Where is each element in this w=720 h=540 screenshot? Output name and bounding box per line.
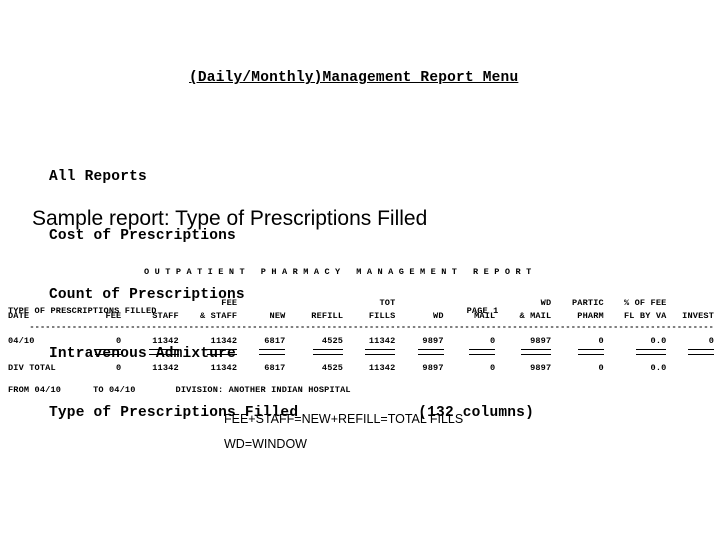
menu-item-all-reports[interactable]: All Reports xyxy=(49,168,720,188)
col-mail: MAIL xyxy=(474,311,496,322)
underline-staff xyxy=(121,348,179,360)
col-top-tot-fills: TOT xyxy=(379,298,396,309)
double-rule xyxy=(469,349,496,355)
cell-wd-mail: 9897 xyxy=(530,336,552,347)
underline-pct-fee xyxy=(604,348,667,360)
report-division: DIVISION: ANOTHER INDIAN HOSPITAL xyxy=(175,385,351,396)
underline-wd-mail xyxy=(495,348,552,360)
col-partic-pharm: PHARM xyxy=(577,311,604,322)
underline-invest xyxy=(666,348,714,360)
report-from-date: FROM 04/10 xyxy=(8,385,62,396)
table-header-bottom-row: DATE FEE STAFF & STAFF NEW REFILL FILLS … xyxy=(8,310,714,323)
table-total-row: DIV TOTAL 0 11342 11342 6817 4525 11342 … xyxy=(8,360,714,375)
underline-new xyxy=(237,348,286,360)
menu-title-row: (Daily/Monthly)Management Report Menu xyxy=(0,69,720,89)
cell-total-wd: 9897 xyxy=(422,363,444,373)
footnote-wd-definition: WD=WINDOW xyxy=(224,437,307,451)
cell-total-label: DIV TOTAL xyxy=(8,363,56,373)
cell-mail: 0 xyxy=(490,336,496,347)
col-tot-fills: FILLS xyxy=(368,311,396,322)
cell-partic-pharm: 0 xyxy=(598,336,604,347)
double-rule xyxy=(417,349,444,355)
col-top-mail xyxy=(444,298,496,310)
col-top-invest xyxy=(666,298,714,310)
table-double-underline-row xyxy=(8,348,714,360)
col-top-new xyxy=(237,298,285,310)
cell-total-invest xyxy=(666,360,714,375)
double-rule xyxy=(577,349,604,355)
double-rule xyxy=(207,349,238,355)
col-top-date xyxy=(8,298,68,310)
col-top-refill xyxy=(285,298,343,310)
cell-tot-fills: 11342 xyxy=(368,336,396,347)
cell-total-fee: 0 xyxy=(116,363,122,373)
report-banner: O U T P A T I E N T P H A R M A C Y M A … xyxy=(144,267,532,278)
col-pct-fee-fl-by-va: FL BY VA xyxy=(623,311,667,322)
cell-fee: 0 xyxy=(116,336,122,347)
col-refill: REFILL xyxy=(311,311,344,322)
double-rule xyxy=(521,349,552,355)
cell-total-wd-mail: 9897 xyxy=(530,363,552,373)
prescriptions-report-table: FEE TOT WD PARTIC % OF FEE DATE FEE STAF… xyxy=(8,298,714,375)
double-rule xyxy=(259,349,286,355)
underline-fee-staff xyxy=(179,348,238,360)
underline-tot-fills xyxy=(343,348,396,360)
col-new: NEW xyxy=(269,311,286,322)
report-range-row: FROM 04/10 TO 04/10 DIVISION: ANOTHER INDI… xyxy=(8,384,720,397)
double-rule xyxy=(365,349,396,355)
underline-fee xyxy=(68,348,122,360)
cell-fee-staff: 11342 xyxy=(210,336,238,347)
col-wd: WD xyxy=(433,311,444,322)
dashed-rule: ----------------------------------------… xyxy=(29,323,714,332)
cell-pct-fee-fl-by-va: 0.0 xyxy=(650,336,667,347)
underline-mail xyxy=(444,348,496,360)
cell-wd: 9897 xyxy=(422,336,444,347)
col-top-wd xyxy=(395,298,443,310)
col-top-pct-of-fee: % OF FEE xyxy=(623,298,667,309)
underline-refill xyxy=(285,348,344,360)
cell-refill: 4525 xyxy=(321,336,344,347)
double-rule xyxy=(636,349,667,355)
report-banner-row: O U T P A T I E N T P H A R M A C Y M A … xyxy=(8,266,720,279)
double-rule xyxy=(688,349,714,355)
col-fee-staff: & STAFF xyxy=(200,311,238,322)
report-to-date: TO 04/10 xyxy=(93,385,136,396)
col-top-partic-pharm: PARTIC xyxy=(571,298,604,309)
table-dashed-separator: ----------------------------------------… xyxy=(8,323,714,332)
col-staff: STAFF xyxy=(152,311,179,322)
cell-date: 04/10 xyxy=(8,336,35,347)
cell-invest: 0 xyxy=(708,336,714,347)
cell-staff: 11342 xyxy=(152,336,179,347)
table-dashed-separator-row: ----------------------------------------… xyxy=(8,323,714,332)
col-invest: INVEST xyxy=(682,311,714,322)
cell-total-fee-staff: 11342 xyxy=(210,363,238,373)
cell-new: 6817 xyxy=(264,336,286,347)
cell-total-tot-fills: 11342 xyxy=(368,363,396,373)
underline-wd xyxy=(395,348,444,360)
table-row: 04/10 0 11342 11342 6817 4525 11342 9897… xyxy=(8,332,714,348)
col-wd-mail: & MAIL xyxy=(519,311,552,322)
cell-total-refill: 4525 xyxy=(321,363,344,373)
cell-total-mail: 0 xyxy=(490,363,496,373)
col-date: DATE xyxy=(8,311,30,322)
menu-title: (Daily/Monthly)Management Report Menu xyxy=(189,70,519,87)
underline-date xyxy=(8,348,68,360)
cell-total-partic-pharm: 0 xyxy=(598,363,604,373)
cell-total-new: 6817 xyxy=(264,363,286,373)
underline-partic-pharm xyxy=(551,348,604,360)
cell-total-staff: 11342 xyxy=(152,363,179,373)
double-rule xyxy=(95,349,122,355)
double-rule xyxy=(313,349,344,355)
col-top-staff xyxy=(121,298,178,310)
col-top-fee-staff: FEE xyxy=(221,298,238,309)
col-top-fee xyxy=(68,298,121,310)
col-top-wd-mail: WD xyxy=(540,298,552,309)
sample-report-heading: Sample report: Type of Prescriptions Fil… xyxy=(32,207,428,230)
cell-total-pct-fee-fl-by-va: 0.0 xyxy=(650,363,667,373)
col-fee: FEE xyxy=(105,311,122,322)
double-rule xyxy=(148,349,179,355)
footnote-formula: FEE+STAFF=NEW+REFILL=TOTAL FILLS xyxy=(224,412,464,426)
table-header-top-row: FEE TOT WD PARTIC % OF FEE xyxy=(8,298,714,310)
